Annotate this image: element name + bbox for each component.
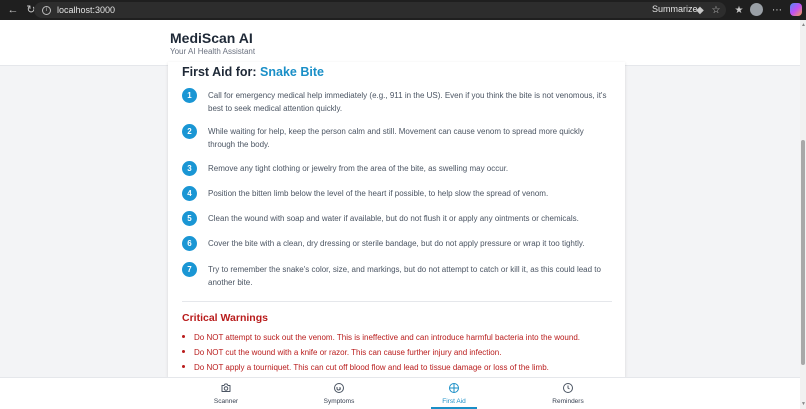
site-info-icon[interactable]: i xyxy=(42,5,51,15)
step-text: Cover the bite with a clean, dry dressin… xyxy=(208,239,585,248)
step-number-badge: 7 xyxy=(182,262,197,277)
step-number-badge: 3 xyxy=(182,161,197,176)
warning-item: Do NOT attempt to suck out the venom. Th… xyxy=(182,332,622,344)
app-subtitle: Your AI Health Assistant xyxy=(170,47,256,56)
page-scrollbar[interactable]: ▲ ▼ xyxy=(800,20,806,409)
camera-icon xyxy=(221,383,231,392)
warnings-title: Critical Warnings xyxy=(182,312,268,324)
nav-scanner[interactable]: Scanner xyxy=(191,378,261,409)
step-number-badge: 4 xyxy=(182,186,197,201)
bullet-icon xyxy=(182,335,185,339)
step-number-badge: 5 xyxy=(182,211,197,226)
step-text: Clean the wound with soap and water if a… xyxy=(208,214,579,223)
first-aid-card: First Aid for: Snake Bite 1 Call for eme… xyxy=(168,62,625,378)
bullet-icon xyxy=(182,365,185,369)
copilot-icon[interactable] xyxy=(790,3,802,16)
url-text: localhost:3000 xyxy=(57,5,116,15)
first-aid-icon xyxy=(449,383,459,393)
address-bar[interactable]: i localhost:3000 xyxy=(34,2,726,18)
condition-name: Snake Bite xyxy=(260,65,324,79)
profile-avatar[interactable] xyxy=(750,3,763,16)
step-text: Remove any tight clothing or jewelry fro… xyxy=(208,164,509,173)
nav-reminders[interactable]: Reminders xyxy=(533,378,603,409)
scroll-up-icon[interactable]: ▲ xyxy=(801,22,806,28)
clock-icon xyxy=(563,383,573,393)
nav-label: Symptoms xyxy=(323,398,355,405)
step-number-badge: 6 xyxy=(182,236,197,251)
warning-item: Do NOT cut the wound with a knife or raz… xyxy=(182,347,622,359)
nav-first-aid[interactable]: First Aid xyxy=(419,378,489,409)
nav-label: Scanner xyxy=(213,398,239,405)
first-aid-title-prefix: First Aid for: xyxy=(182,65,257,79)
nav-symptoms[interactable]: Symptoms xyxy=(304,378,374,409)
nav-label: First Aid xyxy=(442,398,466,405)
scroll-down-icon[interactable]: ▼ xyxy=(801,401,806,407)
bottom-nav: Scanner Symptoms First Aid Reminders xyxy=(0,377,800,409)
stethoscope-icon xyxy=(334,383,344,393)
step-number-badge: 1 xyxy=(182,88,197,103)
favorites-icon[interactable]: ★ xyxy=(733,4,745,16)
back-icon[interactable]: ← xyxy=(6,3,20,17)
step-text: Position the bitten limb below the level… xyxy=(208,189,549,198)
step-text: Try to remember the snake's color, size,… xyxy=(208,265,601,287)
section-divider xyxy=(182,301,612,302)
warning-item: Do NOT apply a tourniquet. This can cut … xyxy=(182,362,622,374)
extension-icon[interactable]: ◆ xyxy=(694,4,706,16)
star-icon[interactable]: ☆ xyxy=(710,4,722,16)
first-aid-title: First Aid for: Snake Bite xyxy=(182,65,324,79)
browser-toolbar: ← ↻ i localhost:3000 Summarize ◆ ☆ ★ ⋯ xyxy=(0,0,806,20)
warning-text: Do NOT cut the wound with a knife or raz… xyxy=(194,348,502,357)
step-text: Call for emergency medical help immediat… xyxy=(208,91,607,113)
summarize-button[interactable]: Summarize xyxy=(652,4,698,14)
nav-label: Reminders xyxy=(552,398,584,405)
warning-text: Do NOT attempt to suck out the venom. Th… xyxy=(194,333,580,342)
app-header: MediScan AI Your AI Health Assistant xyxy=(0,20,800,66)
step-number-badge: 2 xyxy=(182,124,197,139)
more-icon[interactable]: ⋯ xyxy=(771,4,783,16)
app-title: MediScan AI xyxy=(170,30,253,46)
step-text: While waiting for help, keep the person … xyxy=(208,127,584,149)
scrollbar-thumb[interactable] xyxy=(801,140,805,365)
warning-text: Do NOT apply a tourniquet. This can cut … xyxy=(194,363,549,372)
bullet-icon xyxy=(182,350,185,354)
